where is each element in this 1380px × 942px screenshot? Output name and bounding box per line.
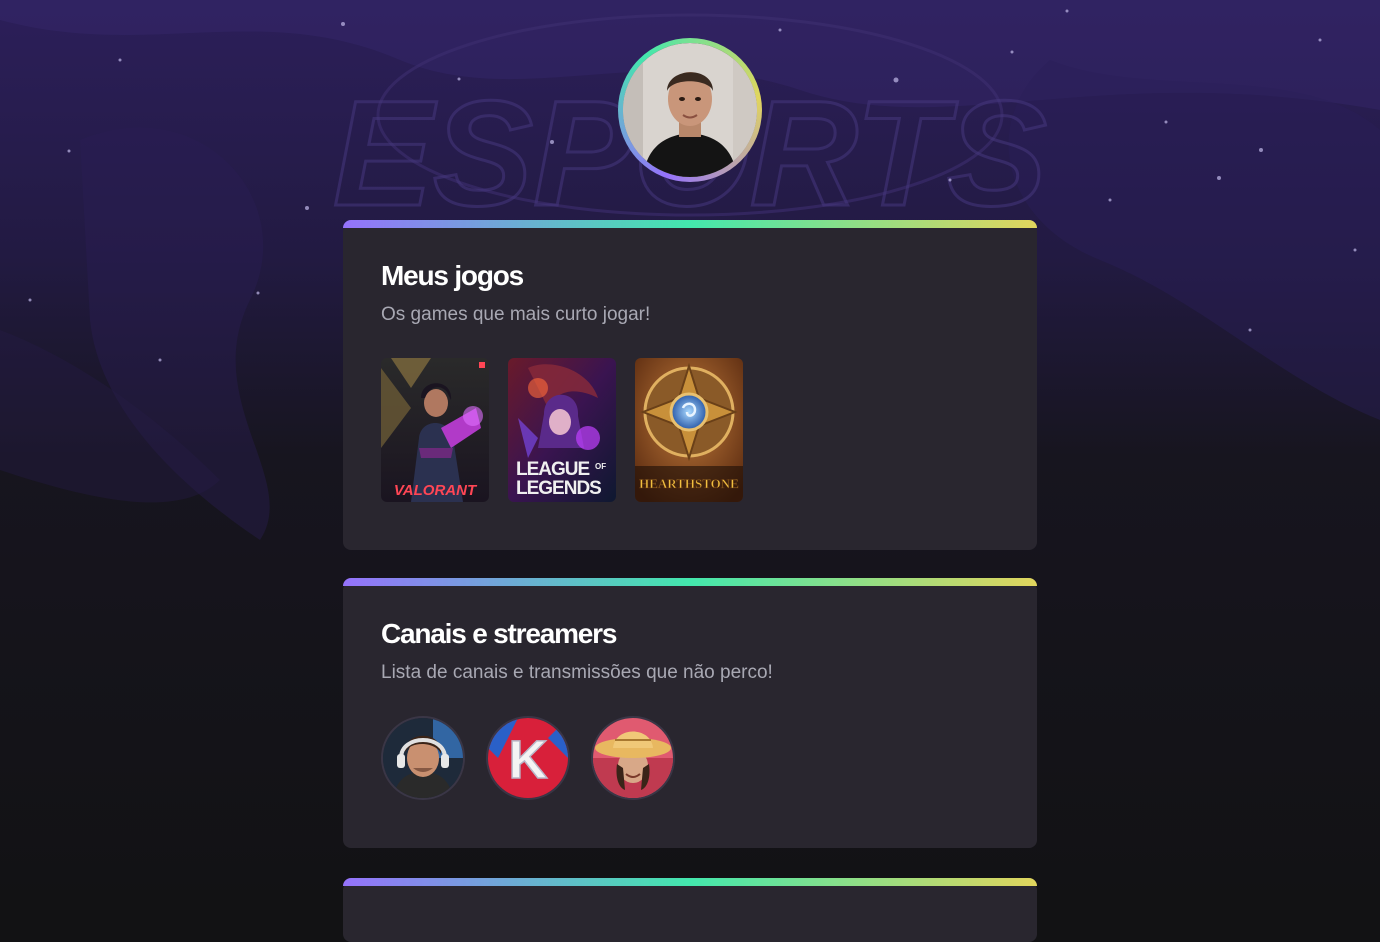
streamers-card-subtitle: Lista de canais e transmissões que não p… — [381, 662, 773, 683]
k-logo-letter: K — [509, 730, 548, 790]
streamers-card: Canais e streamers Lista de canais e tra… — [343, 578, 1037, 848]
games-card-subtitle: Os games que mais curto jogar! — [381, 304, 651, 325]
streamer-k-logo-avatar[interactable]: K — [486, 716, 570, 800]
valorant-title: VALORANT — [394, 482, 478, 499]
streamers-card-title: Canais e streamers — [381, 618, 617, 649]
profile-photo — [623, 43, 757, 177]
lol-title-line2: LEGENDS — [516, 478, 601, 499]
profile-avatar[interactable] — [618, 38, 762, 182]
league-of-legends-cover[interactable]: LEAGUE OF LEGENDS — [508, 358, 616, 502]
games-card-title: Meus jogos — [381, 260, 524, 291]
hearthstone-cover[interactable]: HEARTHSTONE — [635, 358, 743, 502]
streamers-list: K — [381, 716, 675, 800]
valorant-cover[interactable]: VALORANT — [381, 358, 489, 502]
streamer-headset-avatar[interactable] — [381, 716, 465, 800]
hearthstone-title: HEARTHSTONE — [639, 476, 739, 491]
games-list: VALORANT LEAGUE OF LEGENDS HEARTHSTONE — [381, 358, 743, 502]
lol-title-of: OF — [595, 462, 606, 471]
next-card — [343, 878, 1037, 942]
streamer-hat-avatar[interactable] — [591, 716, 675, 800]
lol-title-line1: LEAGUE — [516, 459, 590, 480]
games-card: Meus jogos Os games que mais curto jogar… — [343, 220, 1037, 550]
